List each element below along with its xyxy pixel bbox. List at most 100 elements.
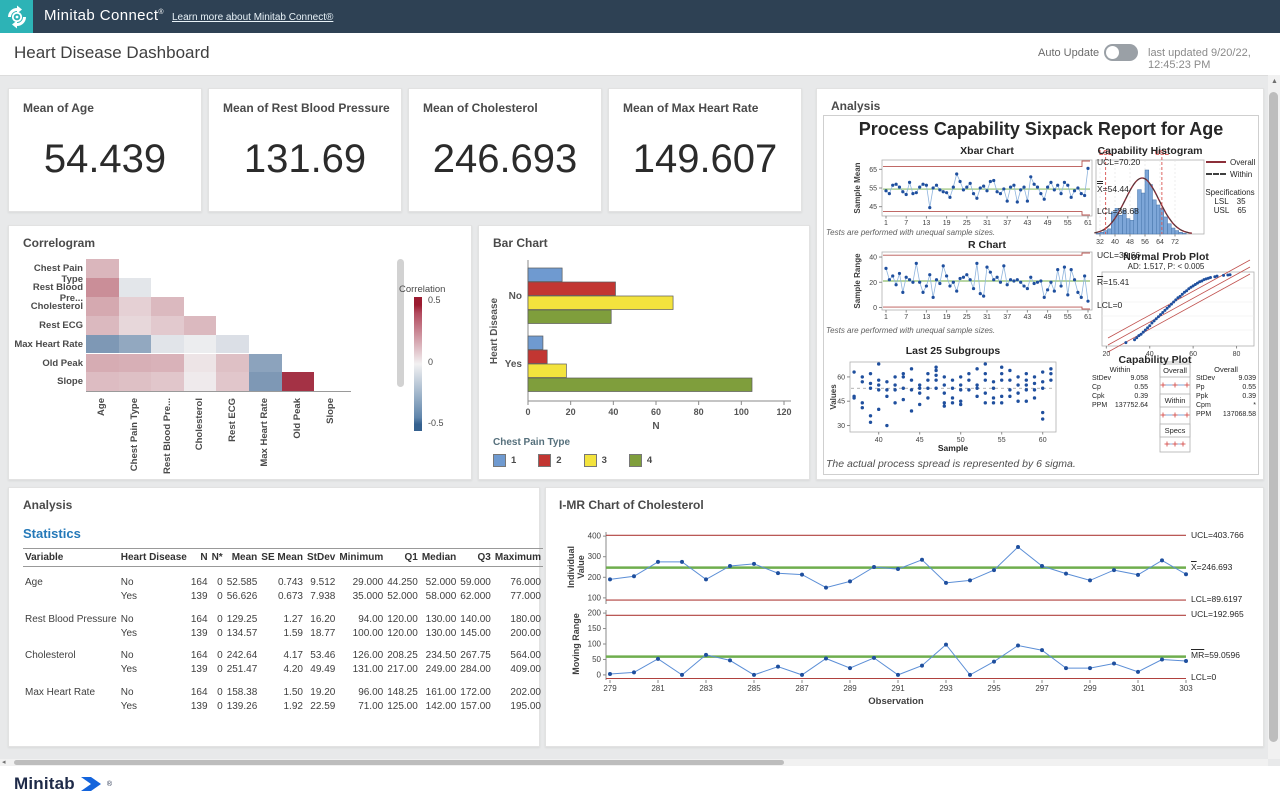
cap-stat-row: Cpk0.39 bbox=[1092, 393, 1148, 402]
svg-text:7: 7 bbox=[904, 314, 908, 321]
kpi-label: Mean of Rest Blood Pressure bbox=[223, 101, 390, 115]
auto-update-toggle[interactable] bbox=[1104, 44, 1138, 61]
overall-column-header: Overall bbox=[1196, 365, 1256, 374]
svg-text:295: 295 bbox=[987, 684, 1001, 693]
xbar-center-label: X=54.44 bbox=[1097, 181, 1129, 194]
stats-table-row: Yes139056.6260.6737.93835.00052.00058.00… bbox=[23, 590, 543, 604]
correlogram-cell bbox=[216, 372, 249, 391]
svg-text:60: 60 bbox=[651, 407, 661, 417]
analysis-card-title: Analysis bbox=[831, 99, 880, 113]
correlation-legend-title: Correlation bbox=[399, 284, 469, 295]
svg-text:0: 0 bbox=[873, 305, 877, 312]
svg-text:60: 60 bbox=[837, 374, 845, 381]
legend-swatch bbox=[629, 454, 642, 467]
legend-overall: Overall bbox=[1206, 156, 1255, 168]
correlogram-cell bbox=[151, 354, 184, 373]
stats-table-row: Max Heart RateNo1640158.381.5019.2096.00… bbox=[23, 677, 543, 700]
correlogram-cell bbox=[119, 372, 152, 391]
correlogram-cell bbox=[119, 316, 152, 335]
svg-text:64: 64 bbox=[1156, 239, 1164, 246]
horizontal-scrollbar-thumb[interactable] bbox=[14, 760, 784, 765]
cap-stat-row: Cpm* bbox=[1196, 402, 1256, 411]
svg-text:100: 100 bbox=[588, 640, 602, 649]
scroll-up-arrow-icon[interactable]: ▲ bbox=[1271, 78, 1278, 85]
correlogram-cell bbox=[282, 372, 315, 391]
correlogram-cell bbox=[249, 372, 282, 391]
stats-column-header: Mean bbox=[225, 549, 260, 567]
within-column-header: Within bbox=[1092, 365, 1148, 374]
svg-text:55: 55 bbox=[869, 186, 877, 193]
correlogram-cell bbox=[184, 316, 217, 335]
sixpack-footnote: The actual process spread is represented… bbox=[826, 458, 1076, 470]
vertical-scrollbar-thumb[interactable] bbox=[1269, 92, 1278, 742]
mr-center-label: MR=59.0596 bbox=[1191, 650, 1240, 660]
cap-stat-row: Pp0.55 bbox=[1196, 384, 1256, 393]
bar-legend-title: Chest Pain Type bbox=[493, 437, 570, 448]
stats-table-row: CholesterolNo1640242.644.1753.46126.0020… bbox=[23, 640, 543, 663]
footer-registered-mark: ® bbox=[107, 781, 112, 788]
stats-column-header: SE Mean bbox=[259, 549, 305, 567]
correlogram-cell bbox=[86, 278, 119, 297]
minitab-arrow-icon bbox=[80, 775, 102, 793]
svg-text:80: 80 bbox=[694, 407, 704, 417]
learn-more-link[interactable]: Learn more about Minitab Connect® bbox=[172, 12, 333, 23]
svg-text:100: 100 bbox=[734, 407, 749, 417]
stats-column-header: N* bbox=[210, 549, 225, 567]
correlogram-col-label: Slope bbox=[325, 398, 336, 476]
histogram-legend: Overall Within bbox=[1206, 156, 1255, 180]
kpi-label: Mean of Cholesterol bbox=[423, 101, 538, 115]
stats-column-header: Heart Disease bbox=[119, 549, 189, 567]
svg-text:43: 43 bbox=[1024, 314, 1032, 321]
svg-text:20: 20 bbox=[869, 280, 877, 287]
correlogram-col-label: Age bbox=[96, 398, 107, 476]
kpi-label: Mean of Age bbox=[23, 101, 94, 115]
stats-column-header: Minimum bbox=[337, 549, 385, 567]
svg-text:281: 281 bbox=[651, 684, 665, 693]
svg-text:31: 31 bbox=[983, 220, 991, 227]
scroll-left-arrow-icon[interactable]: ◂ bbox=[2, 758, 6, 766]
correlogram-cell bbox=[184, 335, 217, 354]
correlogram-cell bbox=[184, 354, 217, 373]
svg-text:56: 56 bbox=[1141, 239, 1149, 246]
stats-table-row: Yes1390139.261.9222.5971.00125.00142.001… bbox=[23, 699, 543, 713]
bar-legend-item: 4 bbox=[629, 454, 652, 467]
correlogram-row-label: Cholesterol bbox=[11, 301, 83, 312]
stats-column-header: StDev bbox=[305, 549, 337, 567]
stats-table-row: Yes1390134.571.5918.77100.00120.00130.00… bbox=[23, 626, 543, 640]
svg-text:13: 13 bbox=[923, 314, 931, 321]
svg-text:303: 303 bbox=[1179, 684, 1193, 693]
overall-stats: StDev9.039Pp0.55Ppk0.39Cpm*PPM137068.58 bbox=[1196, 375, 1256, 420]
mr-ucl-label: UCL=192.965 bbox=[1191, 609, 1244, 619]
last-updated-text: last updated 9/20/22, 12:45:23 PM bbox=[1148, 47, 1280, 71]
svg-text:49: 49 bbox=[1044, 314, 1052, 321]
r-chart-title: R Chart bbox=[882, 239, 1092, 251]
svg-text:61: 61 bbox=[1084, 314, 1092, 321]
svg-text:1: 1 bbox=[884, 314, 888, 321]
correlogram-cell bbox=[184, 372, 217, 391]
svg-text:13: 13 bbox=[923, 220, 931, 227]
statistics-section-title: Statistics bbox=[23, 526, 81, 541]
correlogram-row-label: Old Peak bbox=[11, 358, 83, 369]
svg-text:45: 45 bbox=[837, 399, 845, 406]
svg-text:293: 293 bbox=[939, 684, 953, 693]
svg-text:7: 7 bbox=[904, 220, 908, 227]
svg-text:Individual: Individual bbox=[566, 546, 576, 588]
correlogram-card: Correlogram Chest Pain TypeRest Blood Pr… bbox=[8, 225, 472, 480]
correlogram-scrollbar[interactable] bbox=[397, 259, 404, 387]
correlation-colorbar bbox=[414, 297, 422, 431]
bar-legend-item: 2 bbox=[538, 454, 561, 467]
bar-legend: 1234 bbox=[493, 454, 652, 467]
overall-line-swatch bbox=[1206, 161, 1226, 163]
within-line-swatch bbox=[1206, 173, 1226, 175]
stats-column-header: Maximum bbox=[493, 549, 543, 567]
toggle-knob bbox=[1106, 46, 1119, 59]
svg-text:120: 120 bbox=[776, 407, 791, 417]
sixpack-graphics: 45556517131925313743495561Sample Mean020… bbox=[824, 116, 1258, 474]
legend-swatch bbox=[493, 454, 506, 467]
svg-text:37: 37 bbox=[1003, 220, 1011, 227]
svg-text:1: 1 bbox=[884, 220, 888, 227]
correlogram-cell bbox=[119, 335, 152, 354]
correlogram-cell bbox=[151, 316, 184, 335]
legend-swatch bbox=[538, 454, 551, 467]
svg-text:299: 299 bbox=[1083, 684, 1097, 693]
